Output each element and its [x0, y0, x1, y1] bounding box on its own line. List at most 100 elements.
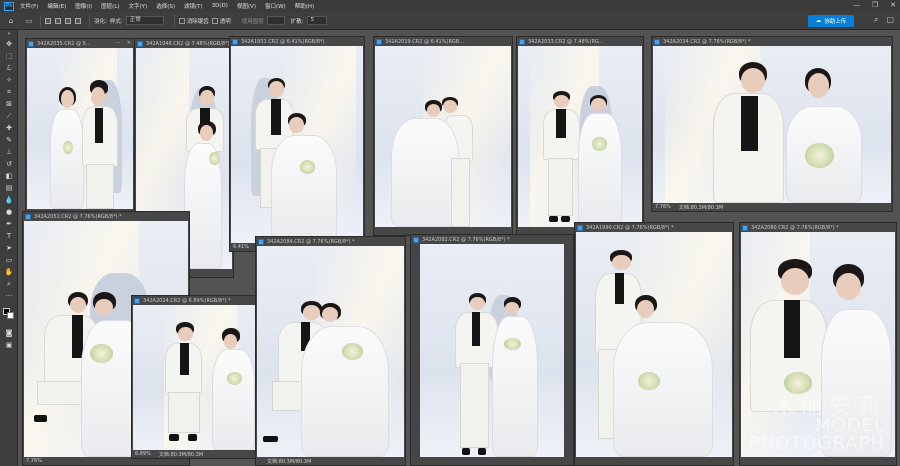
document-canvas[interactable] [653, 46, 891, 203]
document-tab[interactable]: 342A2033.CR2 @ 7.48%(RG... [517, 37, 643, 46]
style-select[interactable]: 正常 [125, 16, 164, 25]
document-tab[interactable]: 342A2035.CR2 @ 5... — ✕ [26, 39, 134, 48]
menu-view[interactable]: 视图(V) [237, 2, 256, 10]
frame-tool-icon[interactable]: ⊠ [0, 98, 18, 110]
menu-3d[interactable]: 3D(D) [212, 3, 228, 9]
eraser-tool-icon[interactable]: ◧ [0, 170, 18, 182]
menu-edit[interactable]: 编辑(E) [47, 2, 66, 10]
lasso-tool-icon[interactable]: ℒ [0, 62, 18, 74]
stamp-tool-icon[interactable]: ⊥ [0, 146, 18, 158]
bride-face [223, 334, 238, 349]
maximize-icon[interactable]: ❐ [872, 1, 878, 9]
document-window[interactable]: 342A2035.CR2 @ 5... — ✕ [25, 38, 135, 218]
marquee-preset-icon[interactable]: ▭ [22, 15, 36, 27]
document-canvas[interactable] [375, 46, 511, 227]
color-swatches[interactable] [0, 306, 18, 324]
document-tab[interactable]: 342A2034.CR2 @ 7.76%(RGB/8*) * [652, 37, 892, 46]
document-tab[interactable]: 342A2019.CR2 @ 6.41%(RGB... [374, 37, 512, 46]
type-tool-icon[interactable]: T [0, 230, 18, 242]
menu-layer[interactable]: 图层(L) [101, 2, 119, 10]
document-canvas[interactable] [133, 305, 257, 450]
document-window[interactable]: 342A2084.CR2 @ 7.76%(RGB/8*) * 文档:80.3M/… [255, 236, 406, 466]
new-selection-icon[interactable] [45, 17, 51, 24]
close-doc-icon[interactable]: ✕ [127, 40, 131, 46]
marquee-tool-icon[interactable]: ⬚ [0, 50, 18, 62]
document-tab[interactable]: 342A2024.CR2 @ 6.89%(RGB/8*) * [132, 296, 258, 305]
document-window[interactable]: 342A2034.CR2 @ 7.76%(RGB/8*) * 7.76% 文档:… [651, 36, 893, 212]
screen-mode-icon[interactable]: ▣ [0, 339, 18, 351]
subtract-selection-icon[interactable] [65, 17, 71, 24]
home-icon[interactable]: ⌂ [4, 15, 18, 27]
document-tab[interactable]: 342A2082.CR2 @ 7.76%(RGB/8*) * [411, 235, 573, 244]
document-tab[interactable]: 342A1948.CR2 @ 7.48%(RGB/8*) [135, 39, 233, 48]
document-canvas[interactable] [420, 244, 564, 457]
document-window[interactable]: 342A1990.CR2 @ 7.76%(RGB/8*) * [574, 222, 734, 466]
transparent-checkbox[interactable] [211, 17, 218, 24]
menu-filter[interactable]: 滤镜(T) [184, 2, 203, 10]
document-canvas[interactable] [257, 246, 404, 457]
document-canvas[interactable]: 木丽安莉 MODEL PHOTOGRAPH [741, 232, 895, 457]
document-tab[interactable]: 342A2080.CR2 @ 7.76%(RGB/8*) * [740, 223, 896, 232]
document-icon [376, 38, 382, 45]
document-canvas[interactable] [576, 232, 732, 457]
antialias-checkbox[interactable] [178, 17, 185, 24]
minimize-doc-icon[interactable]: — [115, 40, 120, 46]
hand-tool-icon[interactable]: ✋ [0, 266, 18, 278]
workspace-icon[interactable]: ▢ [886, 15, 894, 25]
more-tools-icon[interactable]: ··· [0, 290, 18, 302]
black-shirt [615, 272, 625, 304]
document-name: 342A2080.CR2 @ 7.76%(RGB/8*) * [751, 224, 839, 231]
crop-tool-icon[interactable]: ⌗ [0, 86, 18, 98]
pen-tool-icon[interactable]: ✒ [0, 218, 18, 230]
minimize-icon[interactable]: — [853, 1, 860, 9]
document-tab[interactable]: 342A2084.CR2 @ 7.76%(RGB/8*) * [256, 237, 405, 246]
document-window[interactable]: 342A2082.CR2 @ 7.76%(RGB/8*) * [410, 234, 574, 466]
photoshop-logo: Ps [4, 1, 14, 11]
brush-tool-icon[interactable]: ✎ [0, 134, 18, 146]
document-tab[interactable]: 342A1990.CR2 @ 7.76%(RGB/8*) * [575, 223, 733, 232]
menu-window[interactable]: 窗口(W) [265, 2, 286, 10]
document-tab[interactable]: 342A1931.CR2 @ 6.41%(RGB/8*) [230, 37, 364, 46]
document-name: 342A1990.CR2 @ 7.76%(RGB/8*) * [586, 224, 674, 231]
cloud-upload-label: 协助上传 [824, 19, 847, 25]
intersect-selection-icon[interactable] [75, 17, 81, 24]
document-tab[interactable]: 342A2052.CR2 @ 7.76%(RGB/8*) * [23, 212, 189, 221]
close-icon[interactable]: ✕ [890, 1, 896, 9]
dodge-tool-icon[interactable]: ● [0, 206, 18, 218]
move-tool-icon[interactable]: ✥ [0, 38, 18, 50]
menu-file[interactable]: 文件(F) [20, 2, 38, 10]
search-icon[interactable]: ⌕ [874, 15, 878, 25]
add-selection-icon[interactable] [55, 17, 61, 24]
document-window[interactable]: 342A2019.CR2 @ 6.41%(RGB... [373, 36, 513, 236]
document-window[interactable]: 342A2033.CR2 @ 7.48%(RG... [516, 36, 644, 236]
collapse-icon[interactable]: » [0, 30, 18, 38]
document-canvas[interactable] [518, 46, 642, 227]
document-window[interactable]: 342A2024.CR2 @ 6.89%(RGB/8*) * 6.89% 文档:… [131, 295, 259, 459]
blur-tool-icon[interactable]: 💧 [0, 194, 18, 206]
eyedropper-icon[interactable]: ⟋ [0, 110, 18, 122]
gradient-tool-icon[interactable]: ▤ [0, 182, 18, 194]
menu-type[interactable]: 文字(Y) [129, 2, 148, 10]
zoom-readout: 6.89% [135, 451, 151, 457]
expand-input[interactable]: 5 [306, 16, 327, 25]
use-layer-field[interactable] [266, 16, 285, 25]
history-brush-icon[interactable]: ↺ [0, 158, 18, 170]
quick-mask-icon[interactable]: ◙ [0, 327, 18, 339]
document-canvas[interactable] [27, 48, 133, 209]
document-window[interactable]: 342A1931.CR2 @ 6.41%(RGB/8*) 6.41% [229, 36, 365, 252]
document-window[interactable]: 342A2080.CR2 @ 7.76%(RGB/8*) * 木丽安莉 MODE… [739, 222, 897, 466]
cloud-upload-button[interactable]: ☁ 协助上传 [808, 15, 854, 27]
zoom-tool-icon[interactable]: ⌕ [0, 278, 18, 290]
heal-brush-icon[interactable]: ✚ [0, 122, 18, 134]
document-canvas[interactable] [231, 46, 363, 243]
watermark-en: MODEL PHOTOGRAPH [748, 415, 885, 454]
path-select-icon[interactable]: ➤ [0, 242, 18, 254]
black-shirt [471, 312, 481, 347]
background-color[interactable] [7, 312, 14, 319]
menu-select[interactable]: 选择(S) [156, 2, 175, 10]
wedding-dress [613, 322, 714, 457]
menu-image[interactable]: 图像(I) [75, 2, 92, 10]
magic-wand-icon[interactable]: ✧ [0, 74, 18, 86]
menu-help[interactable]: 帮助(H) [295, 2, 314, 10]
rectangle-tool-icon[interactable]: ▭ [0, 254, 18, 266]
